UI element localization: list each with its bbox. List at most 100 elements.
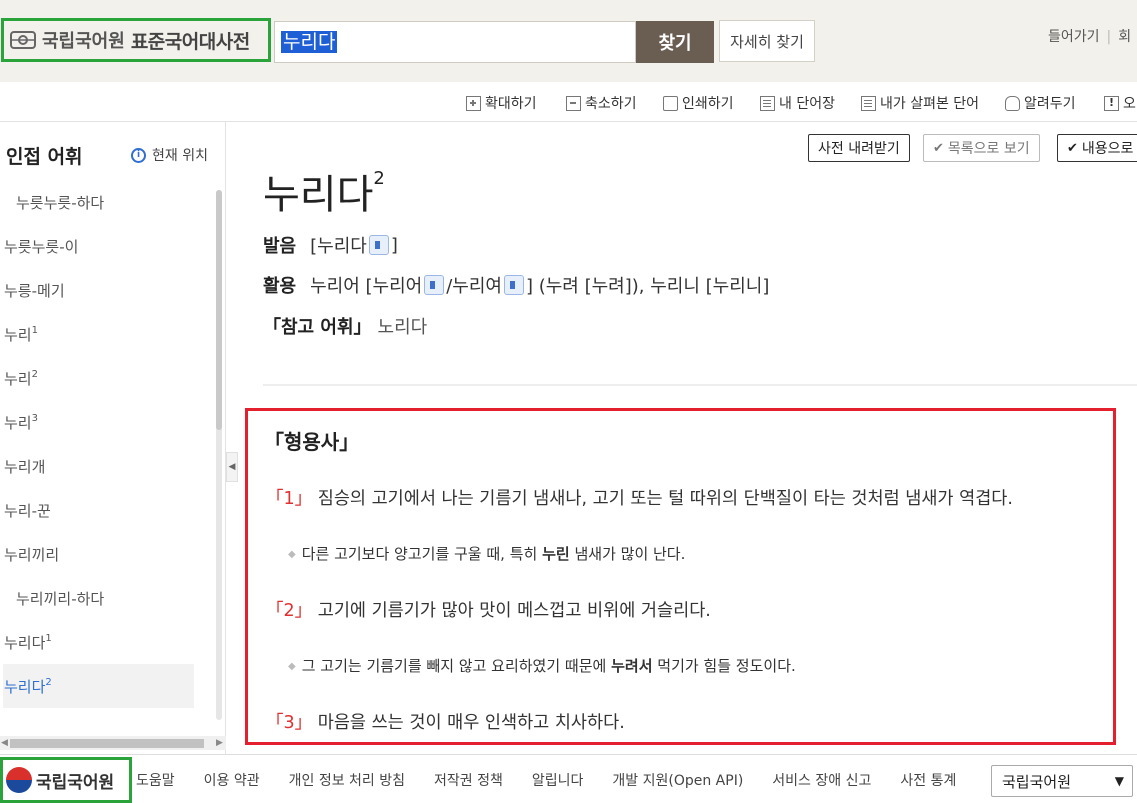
viewed-words-button[interactable]: 내가 살펴본 단어 xyxy=(861,93,979,113)
zoom-out-label: 축소하기 xyxy=(585,96,637,112)
adjacent-word-item[interactable]: 누리끼리-하다 xyxy=(0,576,214,620)
footer-link-open-api[interactable]: 개발 지원(Open API) xyxy=(612,770,743,790)
footer-link-terms[interactable]: 이용 약관 xyxy=(204,770,260,790)
headword-text: 누리다 xyxy=(263,172,374,218)
sidebar-collapse-icon[interactable]: ◀ xyxy=(226,452,238,482)
content-view-button[interactable]: ✔ 내용으로 xyxy=(1057,134,1137,162)
hand-icon xyxy=(1005,95,1020,111)
sense-number: 「3」 xyxy=(266,713,313,733)
adjacent-word-item-current[interactable]: 누리다 2 xyxy=(3,664,194,708)
sense-item: 「1」 짐승의 고기에서 나는 기름기 냄새나, 고기 또는 털 따위의 단백질… xyxy=(266,485,1013,510)
footer-org-name: 국립국어원 xyxy=(36,772,115,793)
headword-homonym-number: 2 xyxy=(373,167,385,189)
zoom-out-icon xyxy=(566,95,581,111)
adjacent-word-item[interactable]: 누리-꾼 xyxy=(0,488,214,532)
footer-link-privacy[interactable]: 개인 정보 처리 방침 xyxy=(289,770,405,790)
footer-link-copyright[interactable]: 저작권 정책 xyxy=(434,770,503,790)
part-of-speech: 「형용사」 xyxy=(264,430,360,454)
adjacent-word-item[interactable]: 누릇누릇-이 xyxy=(0,224,214,268)
reference-word-link[interactable]: 노리다 xyxy=(378,313,428,339)
adjacent-word-item[interactable]: 누리 1 xyxy=(0,312,214,356)
search-input[interactable]: 누리다 xyxy=(274,21,636,63)
adjacent-word-item[interactable]: 누리 2 xyxy=(0,356,214,400)
location-icon: i xyxy=(131,147,146,163)
dictionary-download-button[interactable]: 사전 내려받기 xyxy=(808,134,910,162)
logo-emblem-icon xyxy=(10,29,36,51)
divider xyxy=(263,384,1137,386)
footer-link-statistics[interactable]: 사전 통계 xyxy=(900,770,956,790)
speaker-icon[interactable] xyxy=(368,235,389,255)
share-label: 알려두기 xyxy=(1024,96,1076,112)
sense-text: 마음을 쓰는 것이 매우 인색하고 치사하다. xyxy=(317,713,625,733)
login-link[interactable]: 들어가기 xyxy=(1048,29,1100,45)
national-emblem-icon xyxy=(6,767,32,793)
sense-text: 고기에 기름기가 많아 맛이 메스껍고 비위에 거슬리다. xyxy=(317,601,711,621)
conjugation-text: ] (누려 [누려]), 누리니 [누리니] xyxy=(525,276,770,297)
adjacent-word-item[interactable]: 누릉-메기 xyxy=(0,268,214,312)
scrollbar-thumb[interactable] xyxy=(216,190,222,430)
wordbook-icon xyxy=(760,95,775,111)
share-button[interactable]: 알려두기 xyxy=(1005,93,1076,113)
example-sentence: ◆ 다른 고기보다 양고기를 구울 때, 특히 누린 냄새가 많이 난다. xyxy=(288,545,686,563)
scroll-right-icon[interactable]: ▶ xyxy=(216,738,223,748)
sense-number: 「2」 xyxy=(266,601,313,621)
check-icon: ✔ xyxy=(1067,140,1078,156)
footer-link-notice[interactable]: 알립니다 xyxy=(532,770,584,790)
adjacent-word-item[interactable]: 누리다 1 xyxy=(0,620,214,664)
zoom-in-icon xyxy=(466,95,481,111)
sidebar-vertical-scrollbar[interactable] xyxy=(216,190,222,720)
report-button[interactable]: ! 오 xyxy=(1104,93,1136,113)
toolbar: 확대하기 축소하기 인쇄하기 내 단어장 내가 살펴본 단어 알려두기 ! 오 xyxy=(0,82,1137,122)
speaker-icon[interactable] xyxy=(424,275,445,295)
footer: 국립국어원 도움말 이용 약관 개인 정보 처리 방침 저작권 정책 알립니다 … xyxy=(0,754,1137,803)
footer-link-report[interactable]: 서비스 장애 신고 xyxy=(772,770,871,790)
list-view-button[interactable]: ✔ 목록으로 보기 xyxy=(923,134,1040,162)
check-icon: ✔ xyxy=(933,140,944,156)
sense-item: 「2」 고기에 기름기가 많아 맛이 메스껍고 비위에 거슬리다. xyxy=(266,597,711,622)
document-icon xyxy=(861,95,876,111)
search-button[interactable]: 찾기 xyxy=(636,21,714,63)
adjacent-words-list: 누릇누릇-하다 누릇누릇-이 누릉-메기 누리 1 누리 2 누리 3 누리개 누리-… xyxy=(0,180,214,708)
adjacent-word-item[interactable]: 누리개 xyxy=(0,444,214,488)
adjacent-word-item[interactable]: 누리 3 xyxy=(0,400,214,444)
logo-org-name: 국립국어원 xyxy=(42,31,125,52)
scroll-left-icon[interactable]: ◀ xyxy=(1,738,8,748)
pronunciation-text: [누리다 xyxy=(310,236,367,257)
footer-links: 도움말 이용 약관 개인 정보 처리 방침 저작권 정책 알립니다 개발 지원(… xyxy=(136,770,956,790)
sense-item: 「3」 마음을 쓰는 것이 매우 인색하고 치사하다. xyxy=(266,709,625,734)
detail-search-button[interactable]: 자세히 찾기 xyxy=(719,20,815,62)
footer-logo[interactable]: 국립국어원 xyxy=(0,757,132,803)
adjacent-words-sidebar: 인접 어휘 i 현재 위치 누릇누릇-하다 누릇누릇-이 누릉-메기 누리 1 누… xyxy=(0,122,226,754)
example-sentence: ◆ 그 고기는 기름기를 빼지 않고 요리하였기 때문에 누려서 먹기가 힘들 정… xyxy=(288,657,796,675)
search-input-value: 누리다 xyxy=(281,31,338,53)
chevron-down-icon: ▼ xyxy=(1114,774,1124,788)
site-logo[interactable]: 국립국어원 표준국어대사전 xyxy=(1,18,271,62)
pronunciation-label: 발음 xyxy=(263,236,297,257)
my-words-button[interactable]: 내 단어장 xyxy=(760,93,835,113)
adjacent-word-item[interactable]: 누리끼리 xyxy=(0,532,214,576)
speaker-icon[interactable] xyxy=(503,275,524,295)
content-view-label: 내용으로 xyxy=(1081,141,1134,157)
scrollbar-thumb[interactable] xyxy=(10,739,204,748)
signup-link[interactable]: 회 xyxy=(1118,29,1131,45)
adjacent-word-item[interactable]: 누릇누릇-하다 xyxy=(0,180,214,224)
bracket: ] xyxy=(390,234,398,256)
list-view-label: 목록으로 보기 xyxy=(947,141,1030,157)
related-sites-select[interactable]: 국립국어원 ▼ xyxy=(991,765,1133,797)
entry-content: 사전 내려받기 ✔ 목록으로 보기 ✔ 내용으로 누리다2 발음 [누리다 ] 활용… xyxy=(238,122,1137,754)
zoom-out-button[interactable]: 축소하기 xyxy=(566,93,637,113)
sense-text: 짐승의 고기에서 나는 기름기 냄새나, 고기 또는 털 따위의 단백질이 타는… xyxy=(317,489,1013,509)
my-words-label: 내 단어장 xyxy=(779,96,835,112)
print-label: 인쇄하기 xyxy=(682,96,734,112)
footer-link-help[interactable]: 도움말 xyxy=(136,770,175,790)
printer-icon xyxy=(663,95,678,111)
print-button[interactable]: 인쇄하기 xyxy=(663,93,734,113)
report-label: 오 xyxy=(1123,96,1136,112)
conjugation-label: 활용 xyxy=(263,276,297,297)
sidebar-horizontal-scrollbar[interactable]: ◀ ▶ xyxy=(0,736,226,750)
zoom-in-button[interactable]: 확대하기 xyxy=(466,93,537,113)
conjugation-line: 활용 누리어 [누리어 /누리여 ] (누려 [누려]), 누리니 [누리니] xyxy=(263,272,769,298)
sense-number: 「1」 xyxy=(266,489,313,509)
current-location-button[interactable]: i 현재 위치 xyxy=(131,145,208,165)
definition-box: 「형용사」 「1」 짐승의 고기에서 나는 기름기 냄새나, 고기 또는 털 따… xyxy=(245,408,1116,745)
